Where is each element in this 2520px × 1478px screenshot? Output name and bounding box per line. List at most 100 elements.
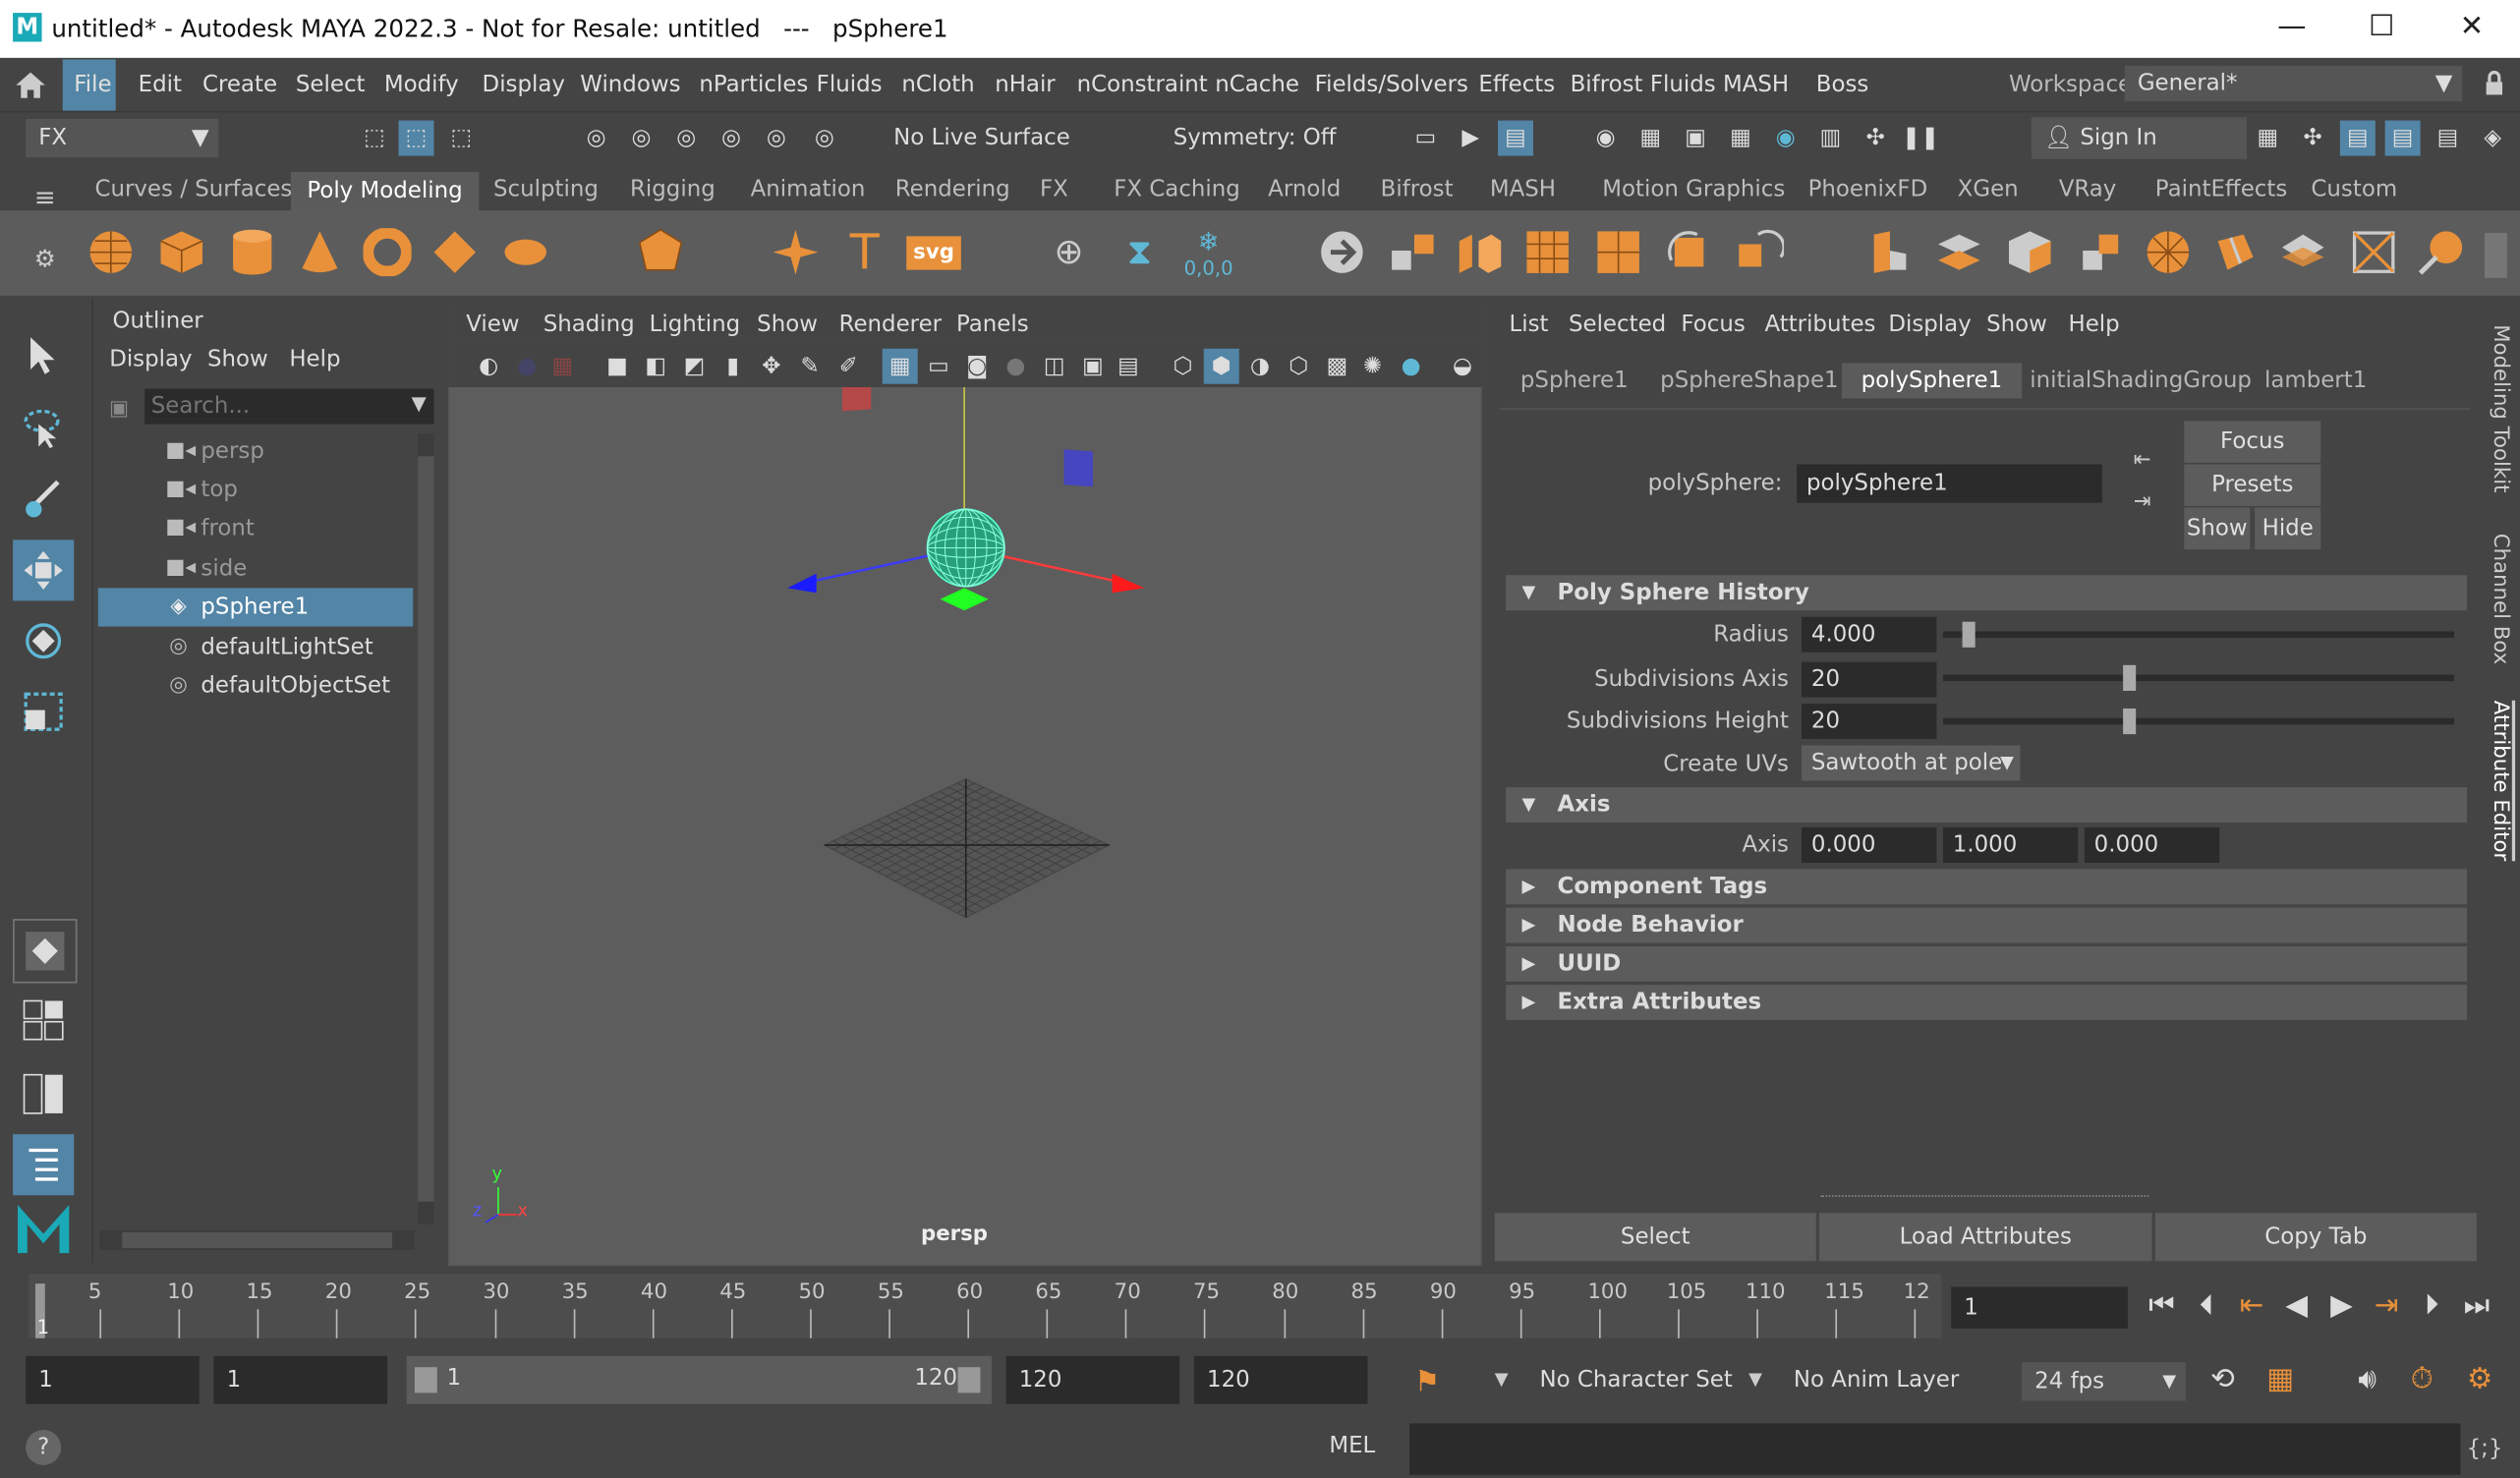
scale-tool-icon[interactable] bbox=[13, 681, 74, 742]
scrollbar-thumb[interactable] bbox=[122, 1231, 392, 1249]
ae-menu-list[interactable]: List bbox=[1509, 312, 1548, 337]
shelftab-arnold[interactable]: Arnold bbox=[1268, 177, 1341, 202]
axis-x-field[interactable]: 0.000 bbox=[1802, 826, 1937, 863]
snap-curve-icon[interactable]: ◎ bbox=[623, 121, 659, 156]
ae-tab-lambert1[interactable]: lambert1 bbox=[2264, 368, 2367, 393]
auto-key-icon[interactable]: ⏱ bbox=[2404, 1362, 2439, 1395]
splitter-handle[interactable] bbox=[1820, 1195, 2149, 1200]
outliner-item-defaultobjectset[interactable]: ◎ defaultObjectSet bbox=[98, 666, 414, 705]
shelf-menu-icon[interactable]: ≡ bbox=[29, 180, 61, 212]
anim-layer-dropdown[interactable]: No Anim Layer bbox=[1780, 1355, 1980, 1404]
range-start-handle[interactable] bbox=[414, 1367, 437, 1393]
shelftab-fx-caching[interactable]: FX Caching bbox=[1114, 177, 1240, 202]
bookmarks-icon[interactable]: ◩ bbox=[676, 349, 712, 384]
outliner-item-side[interactable]: ■◂ side bbox=[98, 549, 414, 588]
live-surface-field[interactable]: No Live Surface bbox=[881, 118, 1077, 158]
select-button[interactable]: Select bbox=[1494, 1213, 1816, 1262]
outliner-vertical-scrollbar[interactable] bbox=[418, 433, 434, 1224]
ae-menu-selected[interactable]: Selected bbox=[1569, 312, 1666, 337]
animation-preferences-icon[interactable]: ⚙ bbox=[2462, 1362, 2497, 1395]
section-component-tags[interactable]: ▶ Component Tags bbox=[1506, 869, 2468, 905]
viewport-menu-panels[interactable]: Panels bbox=[956, 312, 1029, 337]
outliner-menu-help[interactable]: Help bbox=[289, 347, 340, 372]
time-slider-track[interactable]: 1 5 10 15 20 25 30 35 40 45 50 55 60 65 70 75 80 85 90 95 1… bbox=[29, 1274, 1942, 1338]
select-object-icon[interactable]: ⬚ bbox=[398, 120, 434, 156]
cache-playback-icon[interactable]: ▦ bbox=[2262, 1362, 2298, 1395]
arnold-render-icon[interactable]: ◉ bbox=[1768, 121, 1804, 156]
command-input[interactable] bbox=[1409, 1423, 2461, 1475]
radius-slider[interactable] bbox=[1942, 621, 2454, 648]
menu-mash[interactable]: MASH bbox=[1723, 73, 1789, 98]
play-backwards-icon[interactable]: ◀ bbox=[2279, 1288, 2315, 1322]
camera-attributes-icon[interactable]: ● bbox=[509, 349, 544, 384]
append-polygon-icon[interactable] bbox=[2073, 225, 2128, 280]
viewport-menu-shading[interactable]: Shading bbox=[544, 312, 635, 337]
ae-menu-show[interactable]: Show bbox=[1986, 312, 2047, 337]
bevel-icon[interactable] bbox=[2002, 225, 2057, 280]
ae-menu-focus[interactable]: Focus bbox=[1681, 312, 1745, 337]
chevron-down-icon[interactable]: ▼ bbox=[1748, 1369, 1762, 1390]
outliner-item-psphere1[interactable]: ◈ pSphere1 bbox=[97, 588, 414, 627]
reduce-icon[interactable] bbox=[1591, 225, 1646, 280]
light-editor-icon[interactable]: ▥ bbox=[1813, 121, 1849, 156]
menu-nparticles[interactable]: nParticles bbox=[699, 73, 808, 98]
select-camera-icon[interactable]: ■ bbox=[600, 349, 635, 384]
presets-button[interactable]: Presets bbox=[2184, 464, 2321, 506]
layers-toggle-icon[interactable]: ◈ bbox=[2475, 121, 2510, 156]
menu-create[interactable]: Create bbox=[202, 73, 277, 98]
modeling-toolkit-toggle-icon[interactable]: ▦ bbox=[2250, 121, 2285, 156]
go-to-output-icon[interactable]: ⇥ bbox=[2126, 485, 2158, 518]
shelftab-poly-modeling[interactable]: Poly Modeling bbox=[290, 171, 480, 212]
animation-start-field[interactable]: 1 bbox=[26, 1355, 200, 1404]
playback-start-field[interactable]: 1 bbox=[213, 1355, 388, 1404]
two-view-layout-icon[interactable] bbox=[13, 1063, 74, 1124]
outliner-item-front[interactable]: ■◂ front bbox=[98, 509, 414, 547]
shelftab-painteffects[interactable]: PaintEffects bbox=[2155, 177, 2287, 202]
side-tab-attribute-editor[interactable]: Attribute Editor bbox=[2488, 700, 2516, 862]
focus-button[interactable]: Focus bbox=[2184, 421, 2321, 463]
play-forwards-icon[interactable]: ▶ bbox=[2324, 1288, 2360, 1322]
safe-title-icon[interactable]: ▤ bbox=[1111, 349, 1146, 384]
shelftab-rigging[interactable]: Rigging bbox=[630, 177, 716, 202]
subdivisions-axis-field[interactable]: 20 bbox=[1802, 661, 1937, 698]
wireframe-on-shaded-icon[interactable]: ⬡ bbox=[1281, 349, 1316, 384]
axis-z-field[interactable]: 0.000 bbox=[2084, 826, 2220, 863]
hypershade-icon[interactable]: ▦ bbox=[1632, 121, 1668, 156]
outliner-item-persp[interactable]: ■◂ persp bbox=[98, 432, 414, 471]
render-current-frame-icon[interactable]: ▶ bbox=[1453, 121, 1488, 156]
loop-icon[interactable]: ⟲ bbox=[2205, 1362, 2241, 1395]
subdivisions-height-slider-handle[interactable] bbox=[2122, 708, 2136, 735]
multi-cut-icon[interactable] bbox=[2141, 225, 2196, 280]
poly-sphere-icon[interactable] bbox=[84, 225, 139, 280]
poly-plane-icon[interactable] bbox=[428, 225, 483, 280]
combine-icon[interactable] bbox=[1315, 225, 1370, 280]
extrude-icon[interactable] bbox=[1861, 225, 1917, 280]
fps-dropdown[interactable]: 24 fps ▼ bbox=[2022, 1362, 2186, 1401]
ipr-render-icon[interactable]: ▣ bbox=[1678, 121, 1713, 156]
scrollbar-thumb[interactable] bbox=[418, 456, 434, 1202]
menu-display[interactable]: Display bbox=[483, 73, 565, 98]
bookmark-icon[interactable]: ▦ bbox=[544, 349, 580, 384]
step-forward-key-icon[interactable]: ⇥ bbox=[2369, 1288, 2404, 1322]
side-tab-channel-box[interactable]: Channel Box bbox=[2488, 534, 2512, 665]
viewport-logo-icon[interactable]: ◐ bbox=[471, 349, 506, 384]
filter-icon[interactable]: ▣ bbox=[103, 392, 136, 425]
step-back-frame-icon[interactable]: ⏴ bbox=[2189, 1288, 2224, 1322]
ae-tab-psphere1[interactable]: pSphere1 bbox=[1520, 368, 1629, 393]
shelftab-motion-graphics[interactable]: Motion Graphics bbox=[1602, 177, 1785, 202]
snap-pivot-icon[interactable]: ◎ bbox=[807, 121, 842, 156]
shelftab-sculpting[interactable]: Sculpting bbox=[493, 177, 599, 202]
offset-edge-loop-icon[interactable] bbox=[2275, 225, 2330, 280]
menu-boss[interactable]: Boss bbox=[1816, 73, 1869, 98]
lights-icon[interactable]: ✺ bbox=[1354, 349, 1390, 384]
snap-surface-icon[interactable]: ◎ bbox=[759, 121, 794, 156]
snap-together-icon[interactable]: ✣ bbox=[1858, 121, 1893, 156]
ae-menu-display[interactable]: Display bbox=[1888, 312, 1971, 337]
field-chart-icon[interactable]: ◫ bbox=[1037, 349, 1072, 384]
separate-icon[interactable] bbox=[1386, 225, 1441, 280]
grease-pencil-icon[interactable]: ✎ bbox=[792, 349, 828, 384]
pause-icon[interactable]: ❚❚ bbox=[1902, 121, 1939, 156]
render-setup-icon[interactable]: ▦ bbox=[1723, 121, 1758, 156]
side-tab-modeling-toolkit[interactable]: Modeling Toolkit bbox=[2488, 324, 2512, 492]
axis-y-field[interactable]: 1.000 bbox=[1942, 826, 2079, 863]
